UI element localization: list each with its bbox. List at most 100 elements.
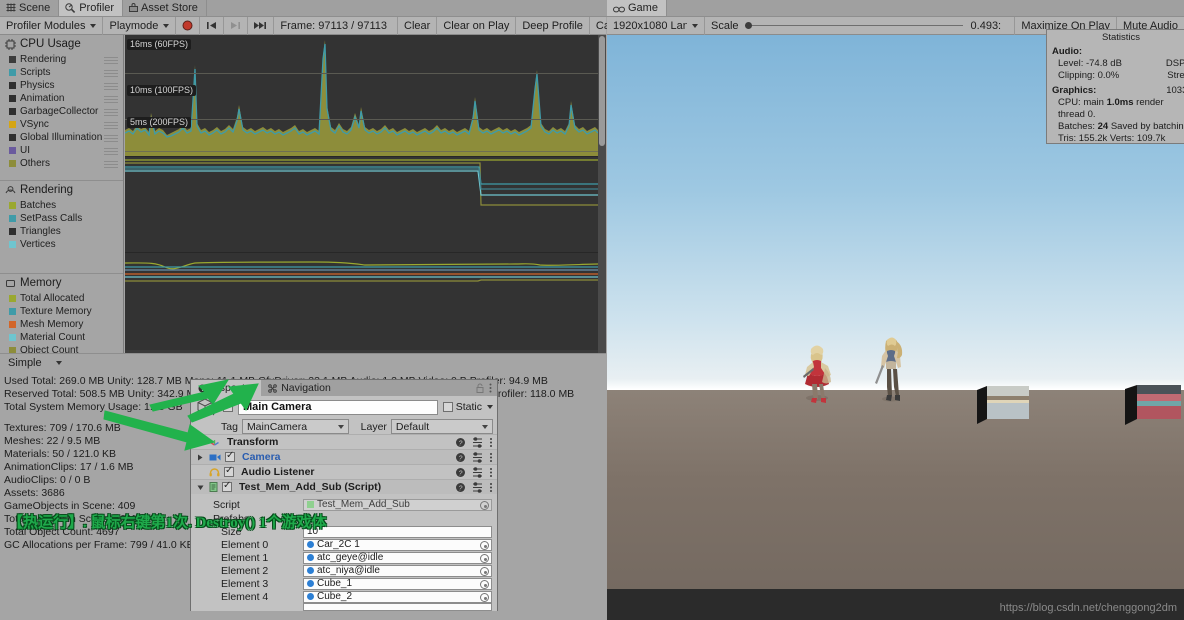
object-picker-icon[interactable]	[480, 566, 489, 576]
module-group-rendering[interactable]: Rendering Batches SetPass Calls Triangle…	[0, 181, 123, 274]
component-row-test-mem-add-sub[interactable]: Test_Mem_Add_Sub (Script) ?	[191, 479, 497, 494]
module-item-rendering[interactable]: Rendering	[0, 53, 123, 66]
object-picker-icon[interactable]	[480, 540, 489, 550]
component-row-transform[interactable]: Transform ?	[191, 434, 497, 449]
drag-handle[interactable]	[104, 70, 118, 77]
tag-dropdown[interactable]: MainCamera	[241, 419, 349, 434]
profiler-charts[interactable]: 16ms (60FPS) 10ms (100FPS) 5ms (200FPS)	[125, 35, 606, 353]
module-item-vertices[interactable]: Vertices	[0, 238, 123, 251]
rendering-chart[interactable]	[125, 157, 606, 253]
charts-scrollbar[interactable]	[598, 35, 606, 353]
preset-icon[interactable]	[472, 452, 483, 463]
component-row-camera[interactable]: Camera ?	[191, 449, 497, 464]
profiler-modules-dropdown[interactable]: Profiler Modules	[0, 16, 104, 35]
drag-handle[interactable]	[104, 109, 118, 116]
component-row-audio-listener[interactable]: Audio Listener ?	[191, 464, 497, 479]
object-picker-icon[interactable]	[480, 579, 489, 589]
module-header-cpu-usage[interactable]: CPU Usage	[0, 35, 123, 53]
module-item-mesh-memory[interactable]: Mesh Memory	[0, 318, 123, 331]
object-name-field[interactable]: Main Camera	[238, 399, 438, 415]
drag-handle[interactable]	[104, 161, 118, 168]
profiler-module-list[interactable]: CPU Usage Rendering Scripts Physics Anim…	[0, 35, 124, 353]
module-header-rendering[interactable]: Rendering	[0, 181, 123, 199]
drag-handle[interactable]	[104, 122, 118, 129]
help-icon[interactable]: ?	[455, 482, 466, 493]
aspect-ratio-dropdown[interactable]: 1920x1080 Landscape (1	[607, 16, 705, 35]
component-enabled-checkbox[interactable]	[225, 450, 235, 462]
lock-icon[interactable]	[476, 383, 484, 393]
scale-slider[interactable]: Scale 0.493:	[705, 16, 1016, 35]
module-item-object-count[interactable]: Object Count	[0, 344, 123, 353]
element-object-field[interactable]: atc_niya@idle	[303, 564, 492, 577]
foldout-collapsed-icon[interactable]	[196, 453, 205, 462]
preset-icon[interactable]	[472, 467, 483, 478]
tab-scene[interactable]: Scene	[0, 0, 60, 16]
playmode-dropdown[interactable]: Playmode	[103, 16, 177, 35]
memory-view-mode-dropdown[interactable]: Simple	[4, 356, 66, 371]
size-input[interactable]: 10	[303, 525, 492, 538]
object-active-checkbox[interactable]	[223, 400, 233, 412]
help-icon[interactable]: ?	[455, 437, 466, 448]
kebab-menu-icon[interactable]	[489, 467, 493, 478]
static-checkbox[interactable]	[442, 402, 453, 412]
object-picker-icon[interactable]	[480, 553, 489, 563]
object-picker-icon[interactable]	[480, 592, 489, 602]
tab-profiler[interactable]: Profiler	[59, 0, 124, 16]
static-toggle[interactable]: Static	[442, 401, 493, 413]
module-item-material-count[interactable]: Material Count	[0, 331, 123, 344]
cpu-usage-chart[interactable]: 16ms (60FPS) 10ms (100FPS) 5ms (200FPS)	[125, 35, 606, 157]
module-item-garbagecollector[interactable]: GarbageCollector	[0, 105, 123, 118]
tab-inspector[interactable]: Inspector	[191, 380, 262, 396]
clear-on-play-button[interactable]: Clear on Play	[437, 16, 517, 35]
object-picker-icon[interactable]	[480, 500, 489, 510]
deep-profile-button[interactable]: Deep Profile	[516, 16, 590, 35]
module-item-others[interactable]: Others	[0, 157, 123, 170]
component-enabled-checkbox[interactable]	[222, 480, 232, 492]
memory-chart[interactable]	[125, 253, 606, 350]
module-item-animation[interactable]: Animation	[0, 92, 123, 105]
preset-icon[interactable]	[472, 482, 483, 493]
next-frame-button[interactable]	[224, 16, 249, 35]
module-item-texture-memory[interactable]: Texture Memory	[0, 305, 123, 318]
previous-frame-button[interactable]	[200, 16, 225, 35]
drag-handle[interactable]	[104, 96, 118, 103]
module-item-triangles[interactable]: Triangles	[0, 225, 123, 238]
help-icon[interactable]: ?	[455, 467, 466, 478]
scale-track[interactable]	[744, 22, 963, 29]
module-item-vsync[interactable]: VSync	[0, 118, 123, 131]
drag-handle[interactable]	[104, 57, 118, 64]
module-item-physics[interactable]: Physics	[0, 79, 123, 92]
layer-dropdown[interactable]: Default	[390, 419, 493, 434]
module-group-cpu-usage[interactable]: CPU Usage Rendering Scripts Physics Anim…	[0, 35, 123, 181]
module-item-total-allocated[interactable]: Total Allocated	[0, 292, 123, 305]
tab-game[interactable]: Game	[607, 0, 667, 16]
foldout-collapsed-icon[interactable]	[196, 438, 205, 447]
module-item-global-illumination[interactable]: Global Illumination	[0, 131, 123, 144]
component-enabled-checkbox[interactable]	[224, 465, 234, 477]
module-group-memory[interactable]: Memory Total Allocated Texture Memory Me…	[0, 274, 123, 353]
scale-knob[interactable]	[744, 22, 752, 29]
module-item-scripts[interactable]: Scripts	[0, 66, 123, 79]
tab-asset-store[interactable]: Asset Store	[123, 0, 207, 16]
preset-icon[interactable]	[472, 437, 483, 448]
kebab-menu-icon[interactable]	[489, 482, 493, 493]
current-frame-button[interactable]	[248, 16, 275, 35]
drag-handle[interactable]	[104, 135, 118, 142]
clear-button[interactable]: Clear	[397, 16, 438, 35]
foldout-expanded-icon[interactable]	[196, 483, 205, 492]
element-object-field[interactable]: Car_2C 1	[303, 538, 492, 551]
drag-handle[interactable]	[104, 148, 118, 155]
kebab-menu-icon[interactable]	[489, 452, 493, 463]
module-item-ui[interactable]: UI	[0, 144, 123, 157]
drag-handle[interactable]	[104, 83, 118, 90]
script-object-field[interactable]: Test_Mem_Add_Sub	[303, 498, 492, 511]
module-item-setpass-calls[interactable]: SetPass Calls	[0, 212, 123, 225]
element-object-field[interactable]: atc_geye@idle	[303, 551, 492, 564]
element-object-field[interactable]	[303, 603, 492, 611]
kebab-menu-icon[interactable]	[489, 437, 493, 448]
tab-navigation[interactable]: Navigation	[261, 380, 338, 396]
kebab-menu-icon[interactable]	[489, 383, 492, 393]
element-object-field[interactable]: Cube_2	[303, 590, 492, 603]
help-icon[interactable]: ?	[455, 452, 466, 463]
chevron-down-icon[interactable]	[487, 405, 493, 409]
